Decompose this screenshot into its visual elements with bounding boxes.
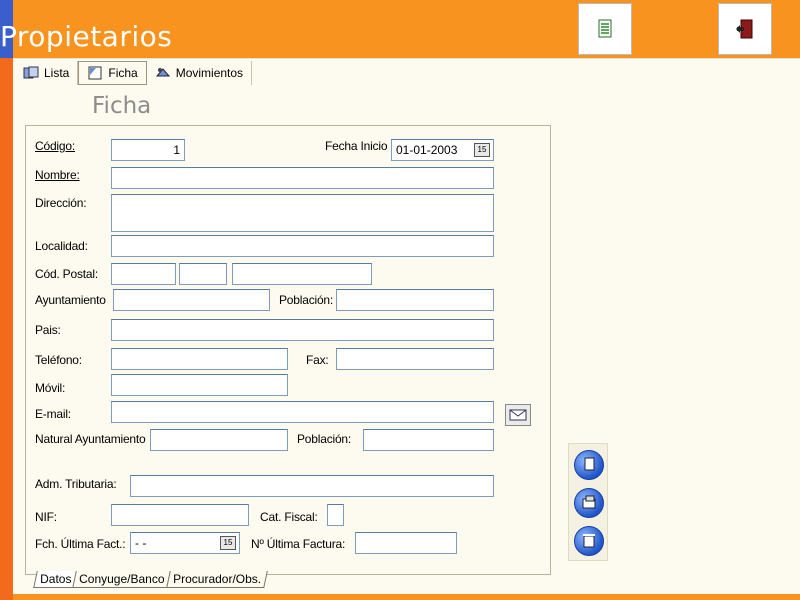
email-field[interactable] xyxy=(111,401,494,423)
document-icon xyxy=(598,19,612,38)
nombre-field[interactable] xyxy=(111,167,494,189)
cod-postal-field-2[interactable] xyxy=(179,263,227,285)
localidad-label: Localidad: xyxy=(35,239,88,253)
fecha-inicio-field[interactable]: 01-01-2003 15 xyxy=(391,139,494,161)
movements-icon xyxy=(155,66,171,80)
ayuntamiento-label: Ayuntamiento xyxy=(35,293,106,307)
record-actions-panel xyxy=(568,443,608,561)
cod-postal-field-3[interactable] xyxy=(232,263,372,285)
envelope-icon xyxy=(509,409,527,421)
localidad-field[interactable] xyxy=(111,235,494,257)
direccion-label: Dirección: xyxy=(35,196,87,210)
num-ultima-factura-field[interactable] xyxy=(355,532,457,554)
exit-button[interactable] xyxy=(718,3,772,55)
telefono-field[interactable] xyxy=(111,348,288,370)
fax-field[interactable] xyxy=(336,348,494,370)
tab-datos[interactable]: Datos xyxy=(33,571,79,588)
save-record-icon xyxy=(582,495,596,509)
fch-ultima-fact-label: Fch. Última Fact.: xyxy=(35,537,126,551)
movil-field[interactable] xyxy=(111,374,288,396)
fecha-inicio-value: 01-01-2003 xyxy=(396,143,458,157)
ayuntamiento-field[interactable] xyxy=(113,289,270,311)
direccion-field[interactable] xyxy=(111,194,494,232)
codigo-label: Código: xyxy=(35,139,75,153)
natural-ayuntamiento-field[interactable] xyxy=(150,429,288,451)
tab-lista[interactable]: Lista xyxy=(15,61,79,85)
calendar-icon[interactable]: 15 xyxy=(474,143,490,157)
num-ultima-factura-label: Nº Última Factura: xyxy=(251,537,346,551)
email-label: E-mail: xyxy=(35,407,71,421)
section-title: Ficha xyxy=(92,93,152,119)
natural-poblacion-field[interactable] xyxy=(363,429,494,451)
nif-label: NIF: xyxy=(35,510,57,524)
list-icon xyxy=(23,66,39,80)
telefono-label: Teléfono: xyxy=(35,353,82,367)
view-tabs: Lista Ficha Movimientos xyxy=(15,61,253,85)
pais-field[interactable] xyxy=(111,319,494,341)
tab-datos-label: Datos xyxy=(40,572,72,586)
nombre-label: Nombre: xyxy=(35,168,80,182)
owner-form: Código: 1 Fecha Inicio 01-01-2003 15 Nom… xyxy=(25,125,551,575)
tab-movimientos[interactable]: Movimientos xyxy=(147,61,253,85)
fch-ultima-fact-field[interactable]: - - 15 xyxy=(130,532,240,554)
adm-tributaria-label: Adm. Tributaria: xyxy=(35,477,117,491)
tab-ficha-label: Ficha xyxy=(108,66,138,80)
fecha-inicio-label: Fecha Inicio xyxy=(325,139,388,153)
poblacion-field[interactable] xyxy=(336,289,494,311)
tab-procurador-obs-label: Procurador/Obs. xyxy=(172,572,261,586)
movil-label: Móvil: xyxy=(35,381,66,395)
exit-door-icon xyxy=(736,19,753,39)
cod-postal-field-1[interactable] xyxy=(111,263,176,285)
pais-label: Pais: xyxy=(35,323,61,337)
send-email-button[interactable] xyxy=(505,404,531,426)
tab-procurador-obs[interactable]: Procurador/Obs. xyxy=(165,571,268,588)
tab-conyuge-banco-label: Conyuge/Banco xyxy=(79,572,165,586)
new-record-button[interactable] xyxy=(574,450,604,480)
delete-record-button[interactable] xyxy=(574,526,604,556)
save-record-button[interactable] xyxy=(574,488,604,518)
new-record-icon xyxy=(584,457,595,471)
poblacion-label: Población: xyxy=(279,293,334,307)
main-area: Lista Ficha Movimientos Ficha Código: 1 … xyxy=(13,58,800,594)
tab-conyuge-banco[interactable]: Conyuge/Banco xyxy=(72,571,172,588)
cat-fiscal-label: Cat. Fiscal: xyxy=(260,510,318,524)
card-icon xyxy=(87,66,103,80)
cat-fiscal-field[interactable] xyxy=(327,504,344,526)
delete-record-icon xyxy=(583,534,595,548)
app-title: Propietarios xyxy=(0,20,173,53)
left-accent-bar-lower xyxy=(0,58,13,600)
nif-field[interactable] xyxy=(111,504,249,526)
fch-ultima-fact-value: - - xyxy=(135,536,147,550)
tab-ficha[interactable]: Ficha xyxy=(78,61,147,85)
natural-poblacion-label: Población: xyxy=(297,432,352,446)
detail-tabs: Datos Conyuge/Banco Procurador/Obs. xyxy=(33,571,268,588)
adm-tributaria-field[interactable] xyxy=(130,475,494,497)
tab-movimientos-label: Movimientos xyxy=(175,66,244,80)
fax-label: Fax: xyxy=(306,353,329,367)
calendar-icon[interactable]: 15 xyxy=(220,536,236,550)
report-button[interactable] xyxy=(578,3,632,55)
tab-lista-label: Lista xyxy=(44,66,70,80)
cod-postal-label: Cód. Postal: xyxy=(35,267,98,281)
codigo-field[interactable]: 1 xyxy=(111,139,185,161)
natural-ayuntamiento-label: Natural Ayuntamiento xyxy=(35,432,146,446)
